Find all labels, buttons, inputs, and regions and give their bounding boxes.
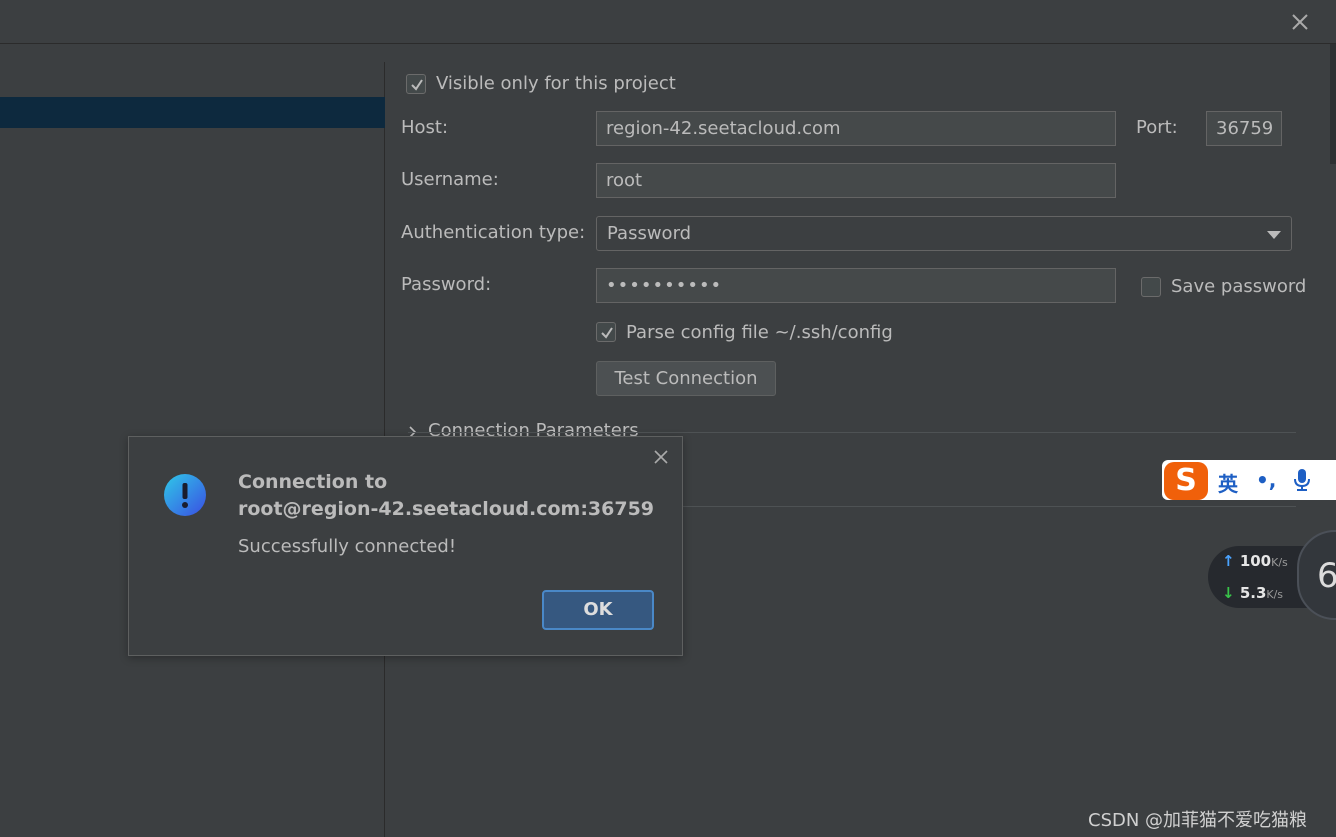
section-divider-bottom [681,506,1296,507]
test-connection-button[interactable]: Test Connection [596,361,776,396]
chevron-down-icon [1267,231,1281,239]
watermark: CSDN @加菲猫不爱吃猫粮 [1088,810,1308,831]
host-input[interactable]: region-42.seetacloud.com [596,111,1116,146]
auth-type-value: Password [607,223,692,244]
window-close-icon[interactable] [1288,10,1312,34]
microphone-icon[interactable] [1292,468,1312,496]
save-password-label: Save password [1171,276,1307,297]
connection-success-dialog: Connection to root@region-42.seetacloud.… [128,436,683,656]
section-divider [408,432,1296,433]
upload-value: 100 [1239,552,1272,570]
ime-punct-toggle[interactable]: •, [1256,468,1276,492]
parse-config-checkbox[interactable] [596,322,616,342]
dialog-title-line1: Connection to [238,471,388,493]
username-input[interactable]: root [596,163,1116,198]
checkmark-icon [601,327,613,339]
ime-lang-toggle[interactable]: 英 [1218,468,1238,497]
dialog-close-icon[interactable] [651,447,671,467]
dialog-message: Successfully connected! [238,536,457,557]
visible-only-label: Visible only for this project [436,73,676,94]
dialog-title: Connection to root@region-42.seetacloud.… [238,469,654,523]
left-nav-selected-item[interactable] [0,97,385,128]
save-password-checkbox[interactable] [1141,277,1161,297]
checkmark-icon [411,79,423,91]
info-exclamation-icon [163,473,207,517]
download-value: 5.3 [1239,584,1267,602]
upload-unit: K/s [1271,556,1288,569]
auth-type-label: Authentication type: [401,222,586,243]
password-input[interactable]: •••••••••• [596,268,1116,303]
download-arrow-icon: ↓ [1222,584,1235,602]
dialog-title-line2: root@region-42.seetacloud.com:36759 [238,498,655,520]
username-label: Username: [401,169,499,190]
upload-arrow-icon: ↑ [1222,552,1235,570]
download-unit: K/s [1266,588,1284,601]
download-speed: ↓ 5.3K/s [1222,584,1283,602]
ime-toolbar: S 英 •, [1162,460,1336,500]
upload-speed: ↑ 100K/s [1222,552,1288,570]
port-input[interactable]: 36759 [1206,111,1282,146]
auth-type-select[interactable]: Password [596,216,1292,251]
gauge-value: 6 [1317,556,1336,596]
window-titlebar [0,0,1336,44]
host-label: Host: [401,117,449,138]
password-label: Password: [401,274,492,295]
ok-button[interactable]: OK [542,590,654,630]
port-label: Port: [1136,117,1178,138]
visible-only-checkbox[interactable] [406,74,426,94]
parse-config-label: Parse config file ~/.ssh/config [626,322,893,343]
ime-logo-icon[interactable]: S [1164,462,1208,500]
